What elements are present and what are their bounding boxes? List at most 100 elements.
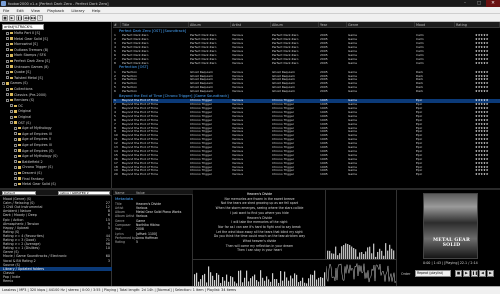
expand-icon[interactable] (10, 109, 13, 113)
expand-icon[interactable] (6, 87, 9, 91)
playback-order-dropdown[interactable]: Repeat (playlist) (415, 270, 451, 277)
tree-row[interactable]: Metal Gear Solid [S] (0, 37, 110, 42)
play-control-icon[interactable]: ▶ (463, 270, 470, 277)
expand-icon[interactable] (14, 177, 17, 181)
tree-row[interactable]: Battlefield 2 (0, 160, 110, 165)
expand-icon[interactable] (14, 182, 17, 186)
expand-icon[interactable] (2, 81, 5, 85)
previous-button[interactable]: ◀◀ (23, 15, 29, 21)
expand-icon[interactable] (6, 42, 9, 46)
column-header-mood[interactable]: Mood (415, 22, 455, 28)
menu-library[interactable]: Library (68, 7, 87, 14)
expand-icon[interactable] (6, 98, 9, 102)
expand-icon[interactable] (14, 137, 17, 141)
next-button[interactable]: ▶▶ (30, 15, 36, 21)
tree-row[interactable]: Original (0, 115, 110, 120)
tree-row[interactable]: Descent (S) (0, 171, 110, 176)
column-header-artist[interactable]: Artist (231, 22, 271, 28)
expand-icon[interactable] (6, 37, 9, 41)
expand-icon[interactable] (6, 53, 9, 57)
expand-icon[interactable] (6, 76, 9, 80)
play-button[interactable]: ▶ (9, 15, 15, 21)
property-row[interactable]: Rating 5 (113, 240, 193, 244)
library-tree-panel: artist|%TRACK% Mafia Part II [S] Metal Ge… (0, 22, 112, 188)
expand-icon[interactable] (10, 121, 13, 125)
column-header-title[interactable]: Title (121, 22, 189, 28)
column-header-album[interactable]: Album (189, 22, 231, 28)
menu-edit[interactable]: Edit (14, 7, 27, 14)
expand-icon[interactable] (14, 149, 17, 153)
tree-row[interactable]: Age of Mythology (S) (0, 154, 110, 159)
column-header-number[interactable]: # (113, 22, 121, 28)
folder-icon (18, 171, 21, 175)
tree-row[interactable]: Collections (0, 87, 110, 92)
tree-row[interactable]: Unknown Games (8) (0, 65, 110, 70)
close-button[interactable]: ✕ (486, 0, 500, 7)
tree-row[interactable]: Morrowind [S] (0, 42, 110, 47)
tree-row[interactable]: Age of Mythology (0, 126, 110, 131)
filter-view-dropdown[interactable]: Default (2, 191, 36, 195)
tree-row[interactable]: Mafia Part II [S] (0, 31, 110, 36)
pause-control-icon[interactable]: ❚❚ (471, 270, 478, 277)
tree-filter-input[interactable]: artist|%TRACK% (2, 24, 44, 30)
playlist-row[interactable]: 20 Beyond the End of Time Chrono Trigger Va… (113, 172, 500, 177)
column-header-album-2[interactable]: Album (271, 22, 319, 28)
tree-row[interactable]: Age of Empires III (0, 143, 110, 148)
tree-row[interactable]: Age of Empires II (0, 137, 110, 142)
minimize-button[interactable]: – (458, 0, 472, 7)
cell-mood: Epic (416, 173, 423, 177)
prev-control-icon[interactable]: ◀ (479, 270, 486, 277)
expand-icon[interactable] (6, 31, 9, 35)
menu-help[interactable]: Help (89, 7, 104, 14)
next-control-icon[interactable]: ▶ (487, 270, 494, 277)
menu-playback[interactable]: Playback (44, 7, 67, 14)
random-button[interactable]: ? (37, 15, 43, 21)
tree-row[interactable]: Twisted Metal [S] (0, 76, 110, 81)
stop-control-icon[interactable]: ■ (455, 270, 462, 277)
column-header-rating[interactable]: Rating (455, 22, 500, 28)
expand-icon[interactable] (14, 165, 17, 169)
menu-file[interactable]: File (0, 7, 12, 14)
expand-icon[interactable] (14, 160, 17, 164)
tree-row[interactable]: OST (S) (0, 121, 110, 126)
expand-icon[interactable] (6, 59, 9, 63)
pause-button[interactable]: ❚❚ (16, 15, 23, 21)
tree-row[interactable]: Age of Empires (S) (0, 149, 110, 154)
rating-stars[interactable]: ★★★★★ (475, 172, 488, 177)
expand-icon[interactable] (14, 143, 17, 147)
spectrum-bar (329, 250, 331, 259)
filter-query-input[interactable]: rating | GREATER 2 (58, 191, 110, 195)
tree-row[interactable]: Games (S) (0, 81, 110, 86)
tree-row[interactable]: OC (0, 104, 110, 109)
expand-icon[interactable] (6, 70, 9, 74)
expand-icon[interactable] (14, 154, 17, 158)
tree-row[interactable]: Final Fantasy (0, 177, 110, 182)
tree-row[interactable]: Quake [S] (0, 70, 110, 75)
tree-row[interactable]: Age of Empires III (0, 132, 110, 137)
expand-icon[interactable] (6, 65, 9, 69)
tree-row[interactable]: Classics (Pre-2000) (0, 93, 110, 98)
column-header-year[interactable]: Year (319, 22, 347, 28)
menu-view[interactable]: View (28, 7, 43, 14)
spectrum-bar (381, 250, 383, 259)
maximize-button[interactable]: □ (472, 0, 486, 7)
expand-icon[interactable] (6, 48, 9, 52)
tree-row[interactable]: Metal Gear Solid (S) (0, 182, 110, 187)
stop-button[interactable]: ■ (2, 15, 8, 21)
column-header-genre[interactable]: Genre (347, 22, 415, 28)
expand-icon[interactable] (14, 171, 17, 175)
tree-row[interactable]: Outlaws Tremors (8) (0, 48, 110, 53)
expand-icon[interactable] (10, 104, 13, 108)
tree-row[interactable]: Perfect Dark Zero [S] (0, 59, 110, 64)
tree-row[interactable]: Remixes (S) (0, 98, 110, 103)
expand-icon[interactable] (10, 115, 13, 119)
filter-row[interactable]: Remix (0, 279, 112, 283)
tree-row-label: Age of Empires II (22, 137, 51, 142)
tree-row[interactable]: Chrono Trigger (S) (0, 165, 110, 170)
expand-icon[interactable] (6, 93, 9, 97)
tree-row[interactable]: Mark Stamps / SFX (0, 53, 110, 58)
expand-icon[interactable] (14, 126, 17, 130)
expand-icon[interactable] (14, 132, 17, 136)
tree-row[interactable]: Original (0, 109, 110, 114)
spectrum-bar (361, 251, 363, 259)
